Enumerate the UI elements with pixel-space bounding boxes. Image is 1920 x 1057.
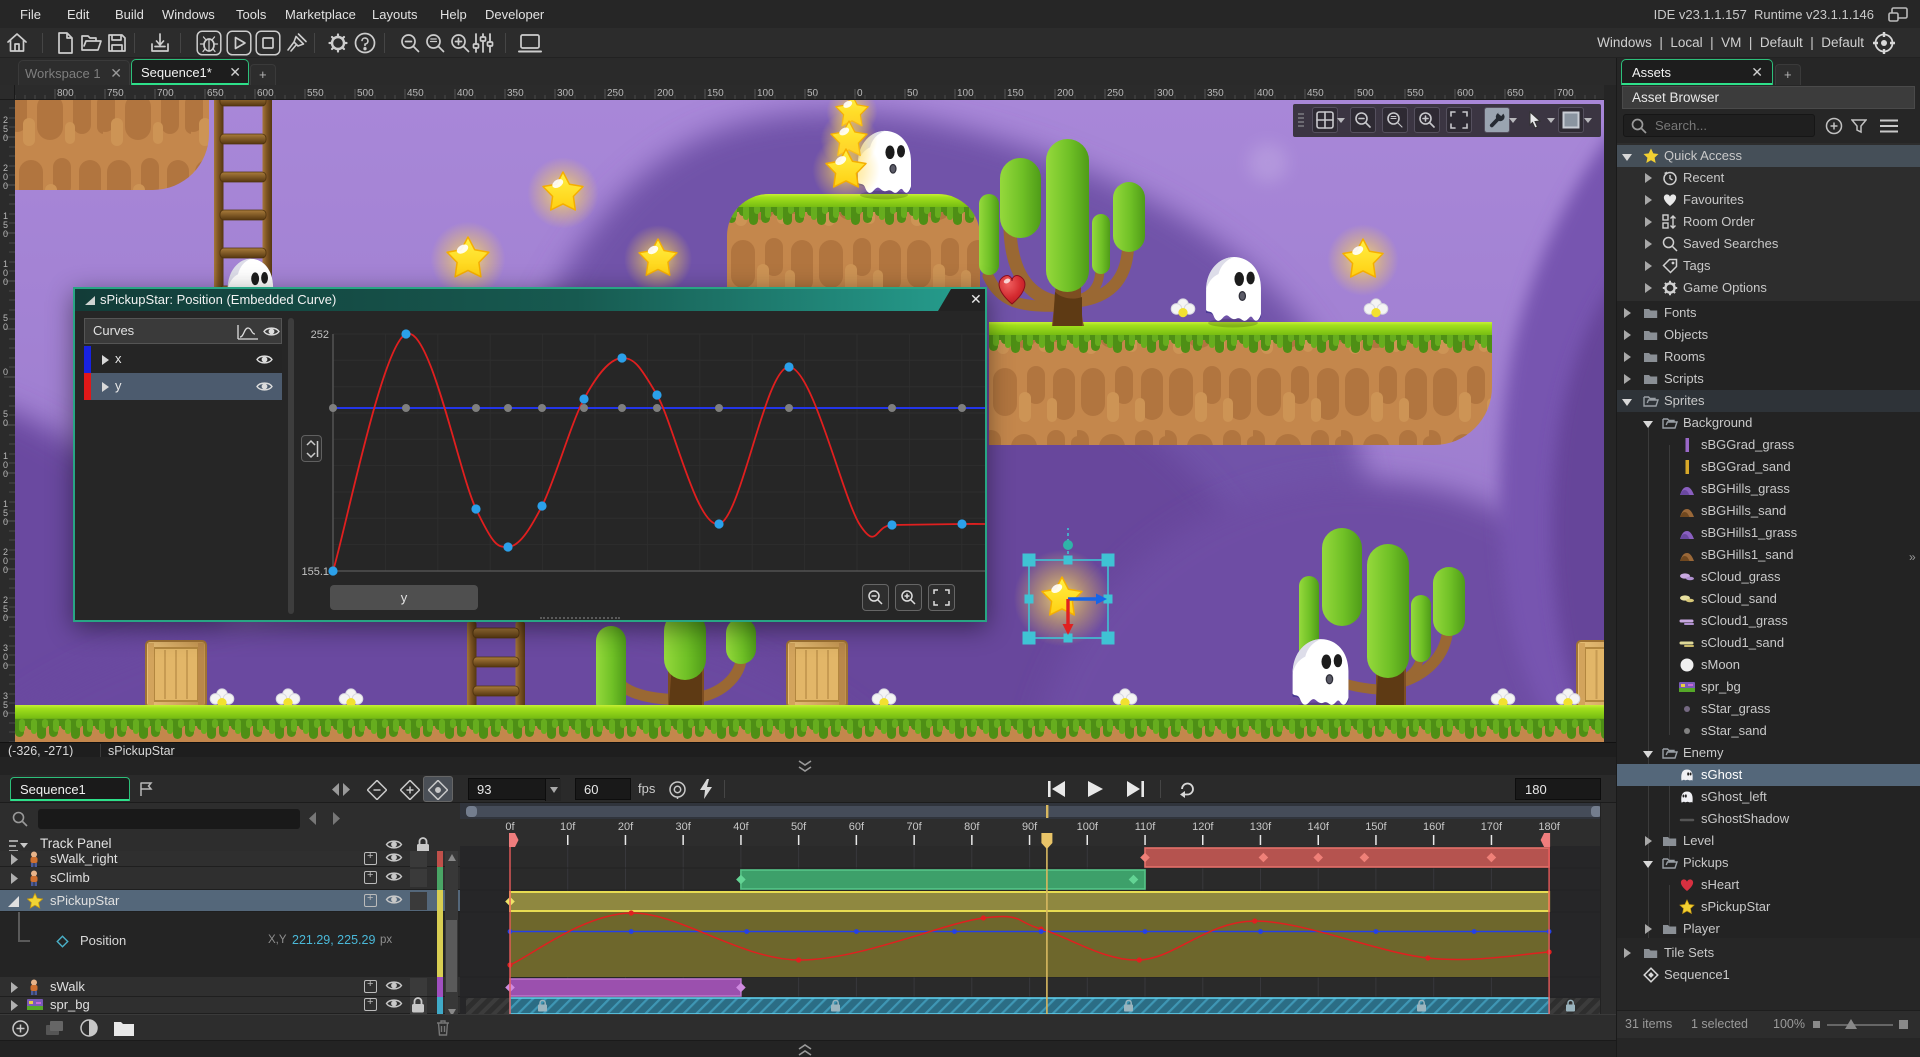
svg-text:100: 100 — [957, 88, 974, 99]
svg-text:140f: 140f — [1307, 821, 1329, 833]
svg-text:150f: 150f — [1365, 821, 1387, 833]
svg-text:0: 0 — [3, 418, 8, 428]
svg-text:800: 800 — [57, 88, 74, 99]
svg-text:0f: 0f — [505, 821, 515, 833]
svg-text:0: 0 — [3, 469, 8, 479]
svg-text:120f: 120f — [1192, 821, 1214, 833]
svg-text:0: 0 — [3, 613, 8, 623]
svg-text:350: 350 — [1207, 88, 1224, 99]
svg-text:0: 0 — [3, 322, 8, 332]
svg-text:450: 450 — [407, 88, 424, 99]
svg-text:0: 0 — [3, 133, 8, 143]
svg-text:300: 300 — [557, 88, 574, 99]
svg-text:650: 650 — [207, 88, 224, 99]
svg-text:50f: 50f — [791, 821, 807, 833]
svg-text:600: 600 — [257, 88, 274, 99]
svg-text:50: 50 — [807, 88, 819, 99]
svg-text:0: 0 — [3, 517, 8, 527]
svg-text:250: 250 — [1107, 88, 1124, 99]
svg-text:550: 550 — [1407, 88, 1424, 99]
svg-text:650: 650 — [1507, 88, 1524, 99]
svg-text:400: 400 — [457, 88, 474, 99]
svg-text:750: 750 — [107, 88, 124, 99]
svg-text:0: 0 — [857, 88, 863, 99]
svg-text:700: 700 — [1557, 88, 1574, 99]
svg-text:80f: 80f — [964, 821, 980, 833]
svg-text:700: 700 — [157, 88, 174, 99]
svg-text:500: 500 — [357, 88, 374, 99]
svg-text:20f: 20f — [618, 821, 634, 833]
svg-text:70f: 70f — [906, 821, 922, 833]
svg-text:0: 0 — [3, 709, 8, 719]
svg-text:0: 0 — [3, 229, 8, 239]
svg-text:550: 550 — [307, 88, 324, 99]
svg-text:200: 200 — [657, 88, 674, 99]
svg-text:50: 50 — [907, 88, 919, 99]
svg-text:90f: 90f — [1022, 821, 1038, 833]
svg-text:450: 450 — [1307, 88, 1324, 99]
svg-text:0: 0 — [3, 565, 8, 575]
svg-text:500: 500 — [1357, 88, 1374, 99]
svg-text:160f: 160f — [1423, 821, 1445, 833]
svg-text:600: 600 — [1457, 88, 1474, 99]
svg-text:0: 0 — [3, 277, 8, 287]
svg-text:170f: 170f — [1481, 821, 1503, 833]
svg-text:60f: 60f — [849, 821, 865, 833]
svg-text:110f: 110f — [1135, 821, 1157, 833]
svg-text:150: 150 — [1007, 88, 1024, 99]
svg-text:200: 200 — [1057, 88, 1074, 99]
svg-text:150: 150 — [707, 88, 724, 99]
svg-text:10f: 10f — [560, 821, 576, 833]
svg-text:180f: 180f — [1538, 821, 1560, 833]
svg-text:130f: 130f — [1250, 821, 1272, 833]
svg-text:100: 100 — [757, 88, 774, 99]
svg-text:400: 400 — [1257, 88, 1274, 99]
svg-text:40f: 40f — [733, 821, 749, 833]
svg-text:250: 250 — [607, 88, 624, 99]
svg-text:0: 0 — [3, 181, 8, 191]
svg-text:300: 300 — [1157, 88, 1174, 99]
svg-text:30f: 30f — [676, 821, 692, 833]
svg-text:0: 0 — [3, 367, 8, 377]
svg-text:350: 350 — [507, 88, 524, 99]
svg-text:0: 0 — [3, 661, 8, 671]
svg-text:100f: 100f — [1077, 821, 1099, 833]
